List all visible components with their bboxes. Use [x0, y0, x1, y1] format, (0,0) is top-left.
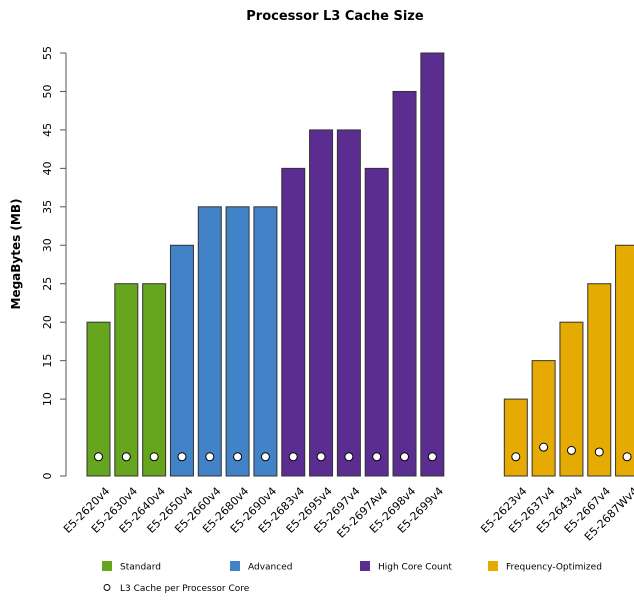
per-core-point — [427, 452, 437, 462]
per-core-point — [233, 452, 243, 462]
y-tick-label: 55 — [41, 46, 54, 60]
per-core-point — [511, 452, 521, 462]
legend-label: High Core Count — [378, 563, 452, 573]
per-core-point — [539, 442, 549, 452]
bar — [587, 283, 612, 477]
legend: Standard Advanced High Core Count Frequency… — [102, 561, 602, 594]
legend-swatch — [230, 561, 240, 571]
bars — [86, 52, 634, 477]
bar — [531, 360, 556, 477]
bar — [281, 167, 306, 477]
y-tick-label: 15 — [41, 354, 54, 368]
bar — [615, 244, 634, 477]
y-tick-label: 30 — [41, 238, 54, 252]
y-tick-label: 25 — [41, 277, 54, 291]
per-core-point — [94, 452, 103, 462]
y-tick-label: 40 — [41, 161, 54, 175]
per-core-point — [316, 452, 326, 462]
per-core-point — [372, 452, 382, 462]
bar — [225, 206, 250, 477]
bar — [253, 206, 278, 477]
bar — [503, 398, 528, 477]
y-tick-label: 10 — [41, 392, 54, 406]
per-core-point — [344, 452, 354, 462]
legend-label: L3 Cache per Processor Core — [120, 584, 250, 594]
per-core-point — [149, 452, 159, 462]
chart: Processor L3 Cache Size MegaBytes (MB) 0… — [9, 9, 634, 594]
y-axis-label: MegaBytes (MB) — [9, 199, 23, 310]
legend-swatch — [102, 561, 112, 571]
legend-swatch — [360, 561, 370, 571]
bar — [197, 206, 222, 477]
legend-label: Frequency-Optimized — [506, 563, 602, 573]
bar — [114, 283, 139, 477]
per-core-point — [260, 452, 270, 462]
bar — [309, 129, 334, 477]
per-core-point — [400, 452, 410, 462]
per-core-point — [205, 452, 215, 462]
x-tick-labels: E5-2620v4E5-2630v4E5-2640v4E5-2650v4E5-2… — [61, 485, 634, 544]
bar — [364, 167, 389, 477]
per-core-point — [121, 452, 131, 462]
per-core-point — [594, 447, 604, 457]
y-tick-label: 0 — [41, 473, 54, 480]
chart-title: Processor L3 Cache Size — [246, 9, 424, 24]
per-core-point — [288, 452, 298, 462]
y-axis: 0 10 15 20 25 30 35 40 45 50 55 — [41, 46, 67, 480]
bar — [142, 283, 167, 477]
bar — [336, 129, 361, 477]
legend-swatch — [488, 561, 498, 571]
bar — [420, 52, 445, 477]
y-tick-label: 20 — [41, 315, 54, 329]
bar — [169, 244, 194, 477]
legend-label: Advanced — [248, 563, 292, 573]
per-core-point — [566, 445, 576, 455]
y-tick-label: 45 — [41, 123, 54, 137]
legend-label: Standard — [120, 563, 161, 573]
per-core-point — [177, 452, 187, 462]
legend-point-symbol — [103, 584, 111, 591]
y-tick-label: 35 — [41, 200, 54, 214]
per-core-point — [622, 452, 632, 462]
y-tick-label: 50 — [41, 84, 54, 98]
bar — [392, 90, 417, 477]
